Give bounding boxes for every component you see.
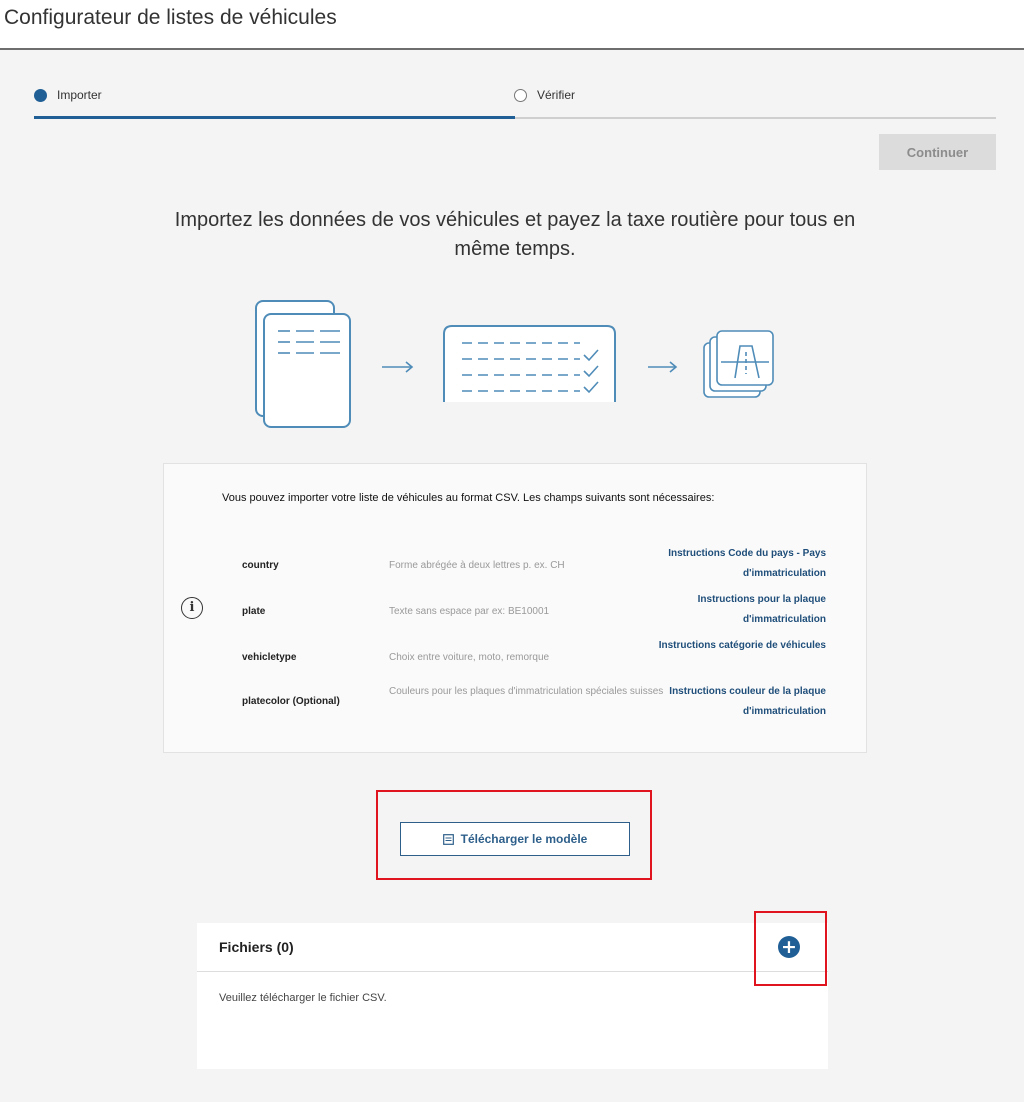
vignette-stack-icon (703, 330, 774, 398)
app-header: Configurateur de listes de véhicules (0, 0, 1024, 50)
files-panel: Fichiers (0) Veuillez télécharger le fic… (197, 923, 828, 1069)
field-description: Couleurs pour les plaques d'immatriculat… (389, 686, 664, 697)
field-instructions-link[interactable]: Instructions pour la plaque d'immatricul… (656, 590, 826, 630)
step-import-label: Importer (57, 88, 102, 102)
step-active-dot-icon (34, 88, 47, 102)
field-name: platecolor (Optional) (242, 696, 340, 707)
field-description: Choix entre voiture, moto, remorque (389, 652, 550, 663)
field-description: Texte sans espace par ex: BE10001 (389, 606, 550, 617)
import-process-illustration (255, 300, 774, 428)
files-title: Fichiers (0) (219, 939, 294, 955)
csv-info-box: i Vous pouvez importer votre liste de vé… (163, 463, 867, 753)
field-instructions-link[interactable]: Instructions couleur de la plaque d'imma… (656, 682, 826, 722)
field-row-country: country Forme abrégée à deux lettres p. … (164, 544, 868, 590)
headline: Importez les données de vos véhicules et… (174, 209, 856, 260)
add-file-button[interactable]: + (778, 936, 800, 958)
field-instructions-link[interactable]: Instructions Code du pays - Pays d'immat… (656, 544, 826, 584)
field-instructions-link[interactable]: Instructions catégorie de véhicules (656, 636, 826, 656)
files-header: Fichiers (0) (197, 923, 828, 972)
field-row-platecolor: platecolor (Optional) Couleurs pour les … (164, 682, 868, 728)
step-inactive-dot-icon (514, 88, 527, 102)
main-content: Importer Vérifier Continuer Importez les… (0, 50, 1024, 1102)
csv-info-text: Vous pouvez importer votre liste de véhi… (222, 492, 715, 504)
step-verify-label: Vérifier (537, 88, 576, 102)
arrow-right-icon (648, 361, 678, 373)
field-name: plate (242, 606, 266, 617)
field-row-plate: plate Texte sans espace par ex: BE10001 … (164, 590, 868, 636)
field-row-vehicletype: vehicletype Choix entre voiture, moto, r… (164, 636, 868, 682)
continue-button[interactable]: Continuer (879, 134, 996, 170)
field-description: Forme abrégée à deux lettres p. ex. CH (389, 560, 565, 571)
arrow-right-icon (382, 361, 414, 373)
plus-circle-icon: + (781, 936, 797, 958)
file-icon (442, 833, 454, 845)
documents-icon (255, 300, 351, 428)
download-template-button[interactable]: Télécharger le modèle (400, 822, 630, 856)
files-empty-message: Veuillez télécharger le fichier CSV. (219, 992, 387, 1004)
field-name: vehicletype (242, 652, 297, 663)
step-import[interactable]: Importer (34, 88, 102, 102)
stepper-progress (34, 116, 515, 119)
field-name: country (242, 560, 279, 571)
page-title: Configurateur de listes de véhicules (4, 6, 337, 29)
spreadsheet-check-icon (443, 325, 616, 402)
stepper: Importer Vérifier (34, 50, 996, 120)
download-template-label: Télécharger le modèle (460, 832, 588, 846)
step-verify[interactable]: Vérifier (514, 88, 575, 102)
